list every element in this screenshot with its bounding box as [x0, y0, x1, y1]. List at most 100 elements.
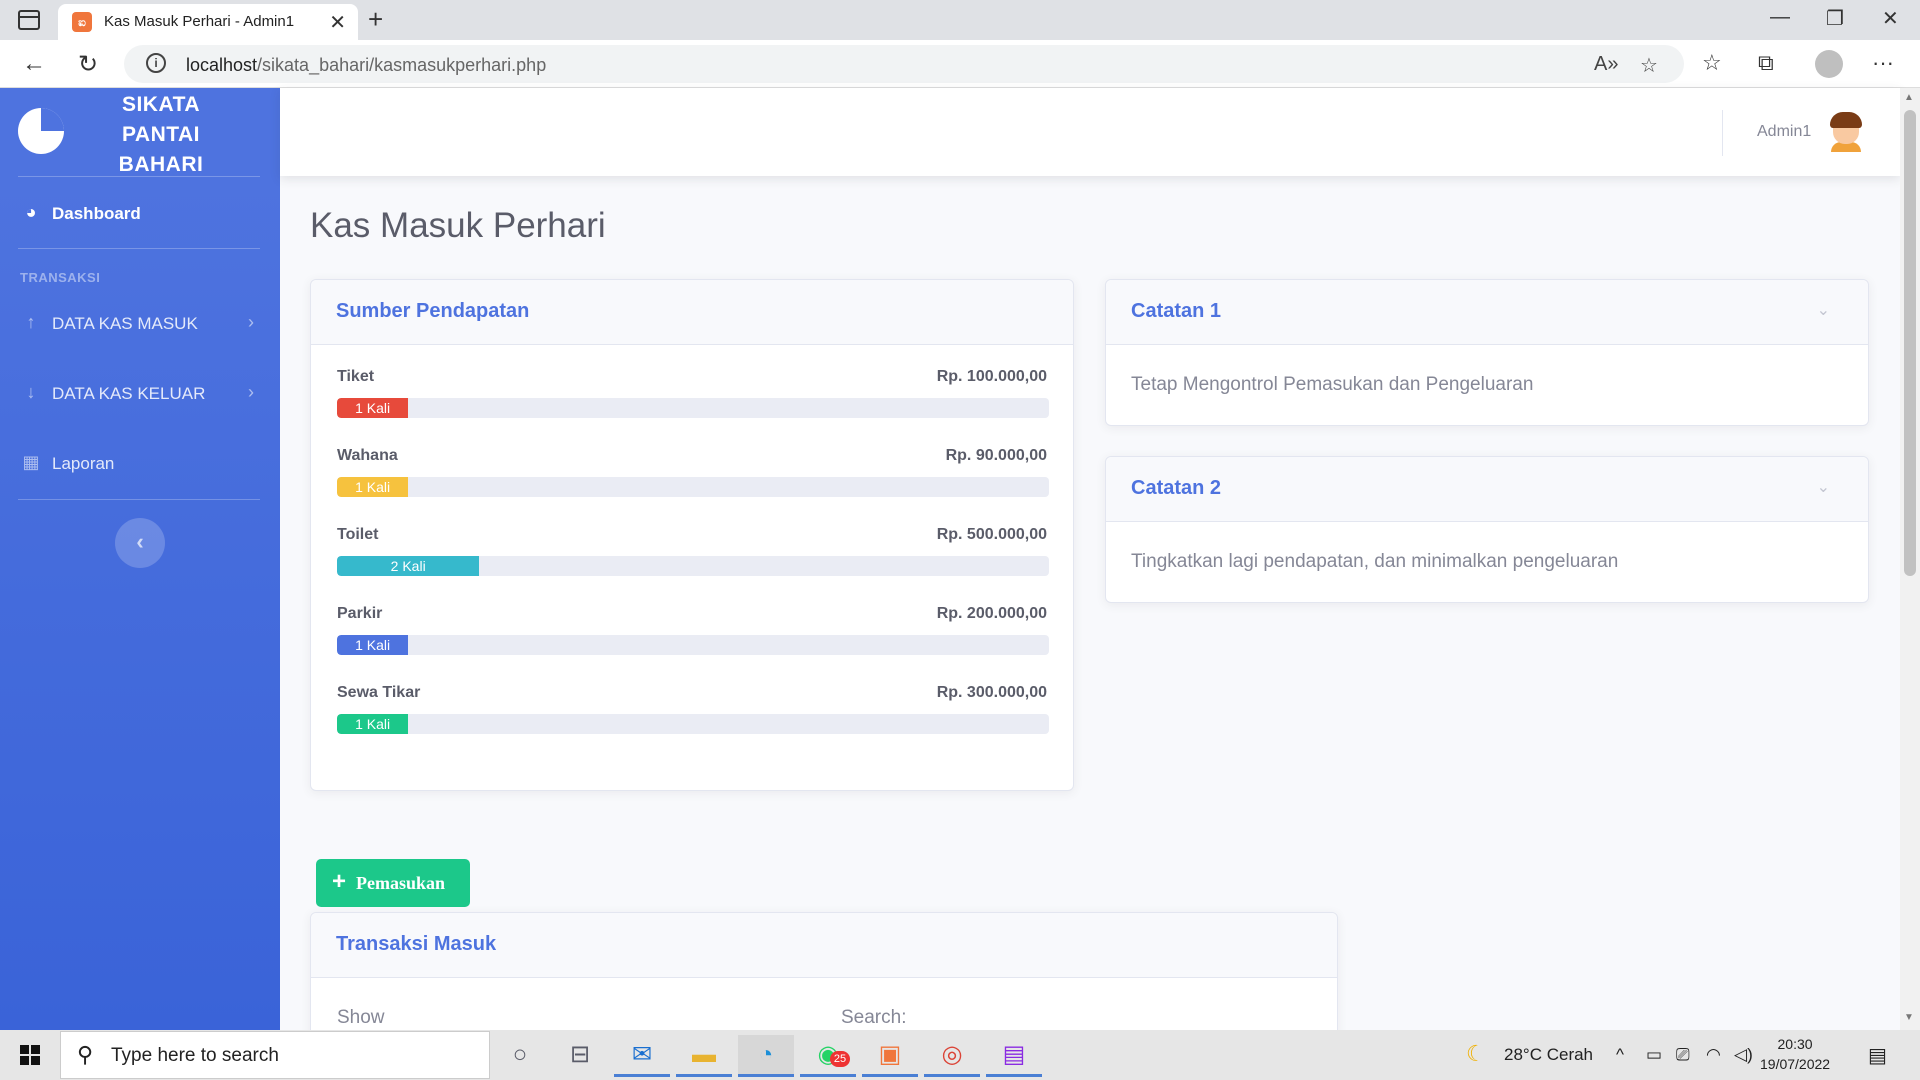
sidebar-item-label: Dashboard — [52, 204, 141, 223]
sidebar-item-label: Laporan — [52, 454, 115, 473]
new-tab-icon[interactable]: + — [368, 4, 383, 35]
note-card-1: Catatan 1 ⌄ Tetap Mengontrol Pemasukan d… — [1105, 279, 1869, 426]
read-aloud-icon[interactable]: A» — [1594, 53, 1618, 76]
tab-actions-icon[interactable] — [18, 10, 40, 30]
weather-moon-icon[interactable]: ☾ — [1466, 1041, 1486, 1067]
income-source-label: Parkir — [337, 605, 383, 622]
income-source-amount: Rp. 300.000,00 — [936, 684, 1047, 701]
plus-icon: + — [332, 868, 347, 895]
income-source-label: Toilet — [337, 526, 379, 543]
note-text: Tingkatkan lagi pendapatan, dan minimalk… — [1131, 551, 1619, 572]
sidebar-item-label: DATA KAS KELUAR — [52, 384, 206, 403]
income-source-amount: Rp. 90.000,00 — [945, 447, 1047, 464]
mail-icon[interactable]: ✉ — [614, 1035, 670, 1077]
sidebar-item-dashboard[interactable]: ◕ Dashboard — [0, 188, 280, 238]
search-placeholder: Type here to search — [111, 1045, 279, 1066]
collections-icon[interactable]: ⧉ — [1758, 50, 1774, 76]
chart-pie-icon[interactable] — [18, 108, 64, 154]
income-source-amount: Rp. 200.000,00 — [936, 605, 1047, 622]
card-title: Catatan 2 — [1131, 477, 1222, 499]
progress-bar: 1 Kali — [337, 714, 1049, 734]
search-label: Search: — [841, 1007, 907, 1028]
battery-icon[interactable]: ▭ — [1646, 1045, 1662, 1065]
sidebar-item-data-kas-keluar[interactable]: ↓ DATA KAS KELUAR › — [0, 368, 280, 418]
card-title: Transaksi Masuk — [336, 933, 497, 955]
more-icon[interactable]: ··· — [1872, 50, 1894, 76]
notifications-icon[interactable]: ▤ — [1868, 1043, 1887, 1068]
card-header: Sumber Pendapatan — [311, 280, 1073, 345]
site-info-icon[interactable]: i — [146, 53, 166, 73]
favorites-icon[interactable]: ☆ — [1702, 50, 1722, 76]
wifi-icon[interactable]: ◠ — [1706, 1045, 1721, 1065]
notification-badge: 25 — [830, 1051, 850, 1067]
sidebar-toggle-button[interactable]: ‹ — [115, 518, 165, 568]
file-explorer-icon[interactable]: ▬ — [676, 1035, 732, 1077]
browser-tab[interactable]: ಐ Kas Masuk Perhari - Admin1 ✕ — [58, 4, 358, 40]
table-icon: ▦ — [22, 452, 40, 472]
whatsapp-icon[interactable]: ◉ 25 — [800, 1035, 856, 1077]
sidebar-heading: TRANSAKSI — [20, 270, 101, 285]
chevron-down-icon[interactable]: ⌄ — [1817, 300, 1830, 320]
tachometer-icon: ◕ — [25, 202, 37, 222]
card-title: Sumber Pendapatan — [336, 300, 530, 322]
progress-fill: 1 Kali — [337, 398, 409, 418]
minimize-icon[interactable]: — — [1770, 6, 1790, 29]
scroll-thumb[interactable] — [1904, 110, 1916, 576]
cortana-icon[interactable]: ○ — [492, 1035, 548, 1077]
sidebar: SIKATA PANTAI BAHARI ◕ Dashboard TRANSAKSI… — [0, 88, 280, 1030]
user-name[interactable]: Admin1 — [1757, 123, 1811, 141]
sidebar-divider — [18, 499, 260, 500]
progress-bar: 1 Kali — [337, 635, 1049, 655]
url-text: localhost/sikata_bahari/kasmasukperhari.… — [186, 55, 547, 75]
windows-start-icon[interactable] — [20, 1045, 40, 1065]
winrar-icon[interactable]: ▤ — [986, 1035, 1042, 1077]
scroll-up-icon[interactable]: ▲ — [1904, 92, 1914, 103]
volume-icon[interactable]: ◁) — [1734, 1045, 1753, 1065]
card-title: Catatan 1 — [1131, 300, 1222, 322]
scroll-down-icon[interactable]: ▼ — [1904, 1012, 1914, 1023]
topbar-divider — [1722, 110, 1723, 156]
edge-icon[interactable]: ◔ — [738, 1035, 794, 1077]
task-view-icon[interactable]: ⊟ — [552, 1035, 608, 1077]
card-header[interactable]: Catatan 2 ⌄ — [1106, 457, 1868, 522]
topbar: Admin1 — [280, 88, 1900, 176]
browser-titlebar: ಐ Kas Masuk Perhari - Admin1 ✕ + — ❐ ✕ — [0, 0, 1920, 40]
progress-bar: 2 Kali — [337, 556, 1049, 576]
income-source-amount: Rp. 500.000,00 — [936, 526, 1047, 543]
user-avatar[interactable] — [1828, 112, 1864, 152]
xampp-favicon-icon: ಐ — [72, 12, 92, 32]
tray-chevron-up-icon[interactable]: ^ — [1616, 1045, 1624, 1065]
meet-now-icon[interactable]: ⎚ — [1676, 1045, 1690, 1065]
arrow-up-icon: ↑ — [26, 312, 36, 332]
add-favorite-icon[interactable]: ☆ — [1640, 53, 1658, 78]
profile-icon[interactable] — [1815, 50, 1843, 78]
url-field[interactable]: i localhost/sikata_bahari/kasmasukperhar… — [124, 45, 1684, 83]
weather-text[interactable]: 28°C Cerah — [1504, 1045, 1593, 1065]
sources-card: Sumber Pendapatan Tiket Rp. 100.000,00 1 K… — [310, 279, 1074, 791]
chrome-icon[interactable]: ◎ — [924, 1035, 980, 1077]
close-window-icon[interactable]: ✕ — [1882, 6, 1899, 31]
taskbar-clock[interactable]: 20:30 19/07/2022 — [1760, 1034, 1830, 1074]
sidebar-item-data-kas-masuk[interactable]: ↑ DATA KAS MASUK › — [0, 298, 280, 348]
restore-icon[interactable]: ❐ — [1826, 6, 1844, 31]
sidebar-divider — [18, 248, 260, 249]
browser-addressbar: ← ↻ i localhost/sikata_bahari/kasmasukpe… — [0, 40, 1920, 88]
reload-icon[interactable]: ↻ — [78, 50, 98, 79]
income-source-amount: Rp. 100.000,00 — [936, 368, 1047, 385]
close-tab-icon[interactable]: ✕ — [329, 10, 346, 35]
taskbar-search-input[interactable]: ⚲ Type here to search — [60, 1031, 490, 1079]
clock-date: 19/07/2022 — [1760, 1056, 1831, 1072]
chevron-right-icon: › — [248, 382, 254, 402]
add-pemasukan-button[interactable]: + Pemasukan — [316, 859, 470, 907]
card-header[interactable]: Catatan 1 ⌄ — [1106, 280, 1868, 345]
chevron-down-icon[interactable]: ⌄ — [1817, 477, 1830, 497]
progress-bar: 1 Kali — [337, 477, 1049, 497]
page-scrollbar[interactable]: ▲ ▼ — [1900, 88, 1920, 1030]
brand-title[interactable]: SIKATA PANTAI BAHARI — [96, 90, 226, 180]
sidebar-item-laporan[interactable]: ▦ Laporan — [0, 438, 280, 488]
taskbar: ⚲ Type here to search ○ ⊟ ✉ ▬ ◔ ◉ 25 ▣ ◎ … — [0, 1030, 1920, 1080]
xampp-icon[interactable]: ▣ — [862, 1035, 918, 1077]
progress-bar: 1 Kali — [337, 398, 1049, 418]
progress-fill: 1 Kali — [337, 477, 409, 497]
back-icon[interactable]: ← — [22, 50, 46, 78]
